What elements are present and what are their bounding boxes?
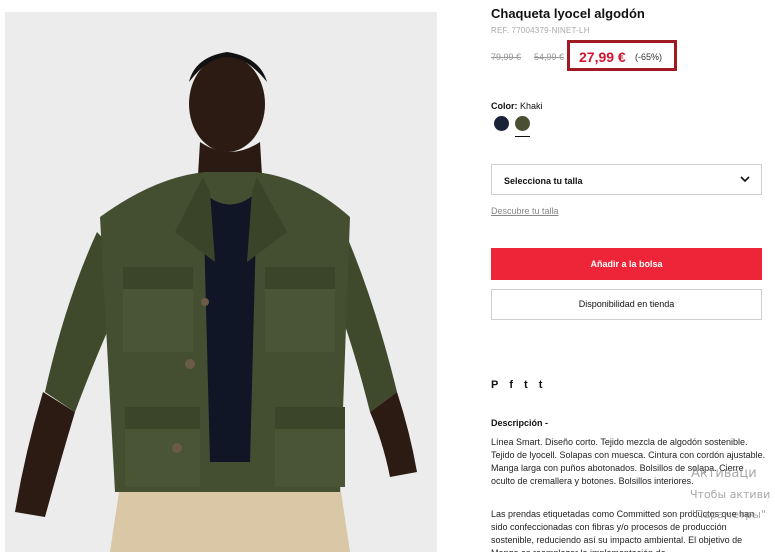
pinterest-icon[interactable]: P xyxy=(491,378,498,392)
discount-badge: (-65%) xyxy=(635,52,663,62)
color-label-title: Color: xyxy=(491,101,518,111)
color-value: Khaki xyxy=(520,101,543,111)
product-title: Chaqueta lyocel algodón xyxy=(491,6,645,21)
product-photo-jacket xyxy=(5,12,437,552)
social-share-bar: P f t t xyxy=(491,378,553,392)
previous-price: 54,99 € xyxy=(534,52,565,62)
size-select[interactable]: Selecciona tu talla xyxy=(491,164,762,195)
current-price: 27,99 € xyxy=(579,49,626,65)
current-price-highlight: 27,99 € (-65%) xyxy=(567,40,677,71)
twitter-icon[interactable]: t xyxy=(524,378,528,392)
color-label: Color: Khaki xyxy=(491,101,543,111)
size-guide-link[interactable]: Descubre tu talla xyxy=(491,206,559,216)
color-swatch-navy[interactable] xyxy=(494,116,509,131)
facebook-icon[interactable]: f xyxy=(509,378,513,392)
store-availability-button[interactable]: Disponibilidad en tienda xyxy=(491,289,762,320)
tumblr-icon[interactable]: t xyxy=(539,378,543,392)
description-title: Descripción - xyxy=(491,418,549,428)
product-image[interactable] xyxy=(5,12,437,552)
color-swatch-khaki[interactable] xyxy=(515,116,530,131)
product-reference: REF. 77004379-NINET-LH xyxy=(491,26,590,35)
add-to-bag-button[interactable]: Añadir a la bolsa xyxy=(491,248,762,280)
selected-swatch-indicator xyxy=(515,136,530,137)
windows-activation-watermark-line3: "Параметры" xyxy=(690,508,766,521)
chevron-down-icon xyxy=(740,176,750,183)
original-price: 79,99 € xyxy=(491,52,522,62)
windows-activation-watermark-line2: Чтобы активи xyxy=(690,488,771,501)
size-select-label: Selecciona tu talla xyxy=(504,176,583,186)
windows-activation-watermark-line1: Активаци xyxy=(691,466,757,481)
